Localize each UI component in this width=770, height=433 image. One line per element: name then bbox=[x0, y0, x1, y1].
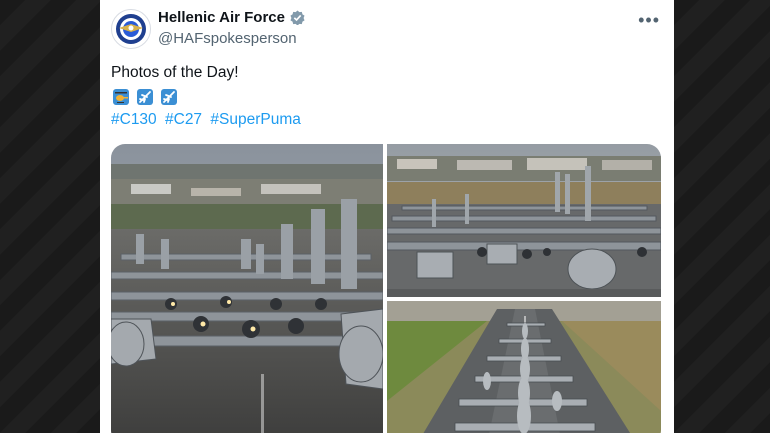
hashtag-superpuma[interactable]: #SuperPuma bbox=[210, 111, 300, 128]
verified-badge-icon bbox=[290, 10, 305, 25]
photo-aircraft-lineup-runway[interactable] bbox=[111, 144, 383, 433]
hashtag-c27[interactable]: #C27 bbox=[165, 111, 202, 128]
hashtags: #C130 #C27 #SuperPuma bbox=[111, 111, 305, 129]
avatar[interactable] bbox=[111, 9, 151, 49]
airplane-emoji-icon bbox=[161, 89, 177, 105]
air-force-emblem-icon bbox=[116, 14, 146, 44]
emoji-row bbox=[111, 87, 179, 107]
background-right bbox=[674, 0, 770, 433]
photo-aircraft-lineup-aerial[interactable] bbox=[387, 301, 661, 433]
author-row: Hellenic Air Force bbox=[158, 9, 305, 26]
media-grid bbox=[111, 144, 661, 433]
hashtag-c130[interactable]: #C130 bbox=[111, 111, 157, 128]
background-left bbox=[0, 0, 100, 433]
post-card[interactable]: Hellenic Air Force @HAFspokesperson ••• … bbox=[100, 0, 674, 433]
more-options-icon[interactable]: ••• bbox=[638, 10, 660, 31]
helicopter-emoji-icon bbox=[113, 89, 129, 105]
post-text: Photos of the Day! bbox=[111, 64, 239, 81]
author-handle[interactable]: @HAFspokesperson bbox=[158, 30, 297, 47]
airplane-emoji-icon bbox=[137, 89, 153, 105]
photo-aircraft-lineup-apron[interactable] bbox=[387, 144, 661, 297]
author-name[interactable]: Hellenic Air Force bbox=[158, 9, 285, 26]
